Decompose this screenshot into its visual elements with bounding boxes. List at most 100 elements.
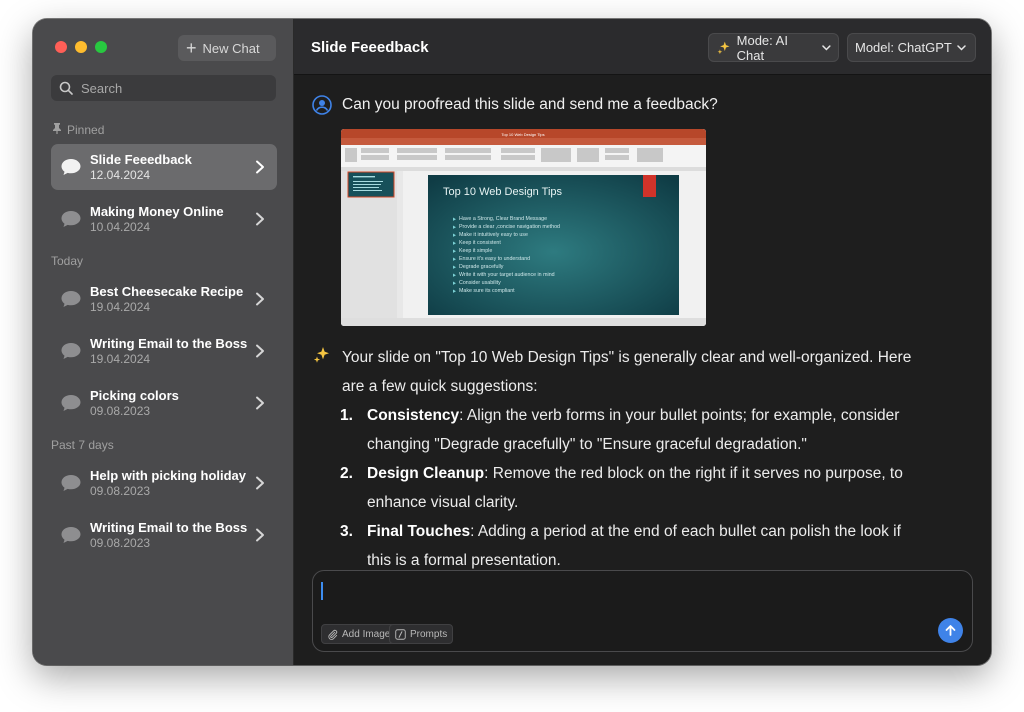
list-item: 2. Design Cleanup: Remove the red block … <box>340 459 922 517</box>
minimize-window-button[interactable] <box>75 41 87 53</box>
chat-item-title: Writing Email to the Boss <box>90 519 248 535</box>
section-pinned: Pinned <box>51 122 104 137</box>
chat-bubble-icon <box>61 159 81 175</box>
chat-item-email-boss[interactable]: Writing Email to the Boss 19.04.2024 <box>51 328 277 374</box>
list-number: 1. <box>340 407 353 424</box>
slide-bullet: Degrade gracefully <box>459 264 504 270</box>
chat-item-date: 19.04.2024 <box>90 351 151 366</box>
plus-icon: + <box>186 38 197 58</box>
chevron-right-icon <box>256 160 264 174</box>
user-message-text: Can you proofread this slide and send me… <box>342 96 718 113</box>
chat-bubble-icon <box>61 527 81 543</box>
message-composer[interactable]: Add Image Prompts <box>312 570 973 652</box>
section-today-label: Today <box>51 254 84 268</box>
chat-item-holiday[interactable]: Help with picking holiday 09.08.2023 <box>51 460 277 506</box>
main-panel: Slide Feeedback Mode: AI Chat Model: Cha… <box>294 19 991 665</box>
chat-item-title: Slide Feeedback <box>90 151 192 167</box>
window-controls <box>55 41 107 53</box>
chat-item-slide-feedback[interactable]: Slide Feeedback 12.04.2024 <box>51 144 277 190</box>
mode-label: Mode: AI Chat <box>736 32 788 63</box>
chevron-down-icon <box>957 44 966 51</box>
slide-bullet: Make it intuitively easy to use <box>459 232 528 238</box>
app-window: + New Chat Search Pinned Slide Feeedback… <box>33 19 991 665</box>
chat-item-date: 09.08.2023 <box>90 483 151 498</box>
assistant-message: Your slide on "Top 10 Web Design Tips" i… <box>312 343 922 575</box>
chevron-right-icon <box>256 344 264 358</box>
chat-item-date: 09.08.2023 <box>90 535 151 550</box>
mode-dropdown[interactable]: Mode: AI Chat <box>708 32 839 63</box>
add-image-label: Add Image <box>342 628 391 640</box>
send-button[interactable] <box>938 618 963 643</box>
model-dropdown[interactable]: Model: ChatGPT <box>847 33 976 62</box>
chat-bubble-icon <box>61 291 81 307</box>
search-input[interactable]: Search <box>51 75 276 101</box>
chat-item-email-boss-2[interactable]: Writing Email to the Boss 09.08.2023 <box>51 512 277 558</box>
list-item: 1. Consistency: Align the verb forms in … <box>340 401 922 459</box>
powerpoint-screenshot: Top 10 Web Design Tips Top 10 Web Design… <box>341 129 706 326</box>
chevron-right-icon <box>256 212 264 226</box>
model-label: Model: ChatGPT <box>855 40 952 55</box>
chat-title: Slide Feeedback <box>311 39 429 56</box>
user-message: Can you proofread this slide and send me… <box>312 95 718 115</box>
chat-item-date: 19.04.2024 <box>90 299 151 314</box>
slide-bullet: Make sure its compliant <box>459 288 515 294</box>
chat-item-title: Best Cheesecake Recipe <box>90 283 244 299</box>
list-heading: Consistency <box>367 407 460 424</box>
suggestion-list: 1. Consistency: Align the verb forms in … <box>340 401 922 575</box>
list-heading: Design Cleanup <box>367 465 485 482</box>
chat-item-cheesecake[interactable]: Best Cheesecake Recipe 19.04.2024 <box>51 276 277 322</box>
section-past-7-days: Past 7 days <box>51 438 114 452</box>
list-number: 2. <box>340 465 353 482</box>
text-caret <box>321 582 323 600</box>
sparkle-icon <box>313 347 329 363</box>
pin-icon <box>51 122 63 137</box>
chevron-right-icon <box>256 396 264 410</box>
slide-bullet: Consider usability <box>459 280 501 286</box>
list-number: 3. <box>340 523 353 540</box>
search-placeholder: Search <box>81 80 123 96</box>
slide-bullet: Provide a clear ,concise navigation meth… <box>459 224 560 230</box>
chat-item-date: 12.04.2024 <box>90 167 151 182</box>
assistant-intro-text: Your slide on "Top 10 Web Design Tips" i… <box>342 349 912 395</box>
paperclip-icon <box>328 629 338 640</box>
chat-bubble-icon <box>61 343 81 359</box>
chat-bubble-icon <box>61 475 81 491</box>
slide-bullet: Write it with your target audience in mi… <box>459 272 555 278</box>
header-bar: Slide Feeedback Mode: AI Chat Model: Cha… <box>294 19 991 75</box>
chevron-right-icon <box>256 476 264 490</box>
prompts-button[interactable]: Prompts <box>389 624 454 644</box>
chat-item-picking-colors[interactable]: Picking colors 09.08.2023 <box>51 380 277 426</box>
slash-command-icon <box>395 628 406 640</box>
section-pinned-label: Pinned <box>67 122 105 137</box>
slide-bullet: Ensure it's easy to understand <box>459 256 530 262</box>
chat-item-date: 10.04.2024 <box>90 219 151 234</box>
list-item: 3. Final Touches: Adding a period at the… <box>340 517 922 575</box>
chat-item-making-money[interactable]: Making Money Online 10.04.2024 <box>51 196 277 242</box>
list-heading: Final Touches <box>367 523 471 540</box>
chevron-down-icon <box>822 44 831 51</box>
chat-item-date: 09.08.2023 <box>90 403 151 418</box>
arrow-up-icon <box>945 625 956 636</box>
sparkle-icon <box>717 41 730 54</box>
section-past-7-days-label: Past 7 days <box>51 438 114 452</box>
chat-item-title: Making Money Online <box>90 203 224 219</box>
chevron-right-icon <box>256 528 264 542</box>
zoom-window-button[interactable] <box>95 41 107 53</box>
slide-bullet: Keep it simple <box>459 248 492 254</box>
sidebar: + New Chat Search Pinned Slide Feeedback… <box>33 19 294 665</box>
slide-bullet: Keep it consistent <box>459 240 501 246</box>
section-today: Today <box>51 254 83 268</box>
chevron-right-icon <box>256 292 264 306</box>
search-icon <box>59 81 73 95</box>
new-chat-button[interactable]: + New Chat <box>178 35 276 61</box>
prompts-label: Prompts <box>410 628 448 640</box>
ppt-app-title: Top 10 Web Design Tips <box>501 132 544 137</box>
add-image-button[interactable]: Add Image <box>321 624 397 644</box>
chat-bubble-icon <box>61 211 81 227</box>
user-avatar-icon <box>312 95 332 115</box>
chat-bubble-icon <box>61 395 81 411</box>
close-window-button[interactable] <box>55 41 67 53</box>
chat-item-title: Help with picking holiday <box>90 467 247 483</box>
chat-item-title: Writing Email to the Boss <box>90 335 248 351</box>
attached-slide-image[interactable]: Top 10 Web Design Tips Top 10 Web Design… <box>341 129 706 326</box>
